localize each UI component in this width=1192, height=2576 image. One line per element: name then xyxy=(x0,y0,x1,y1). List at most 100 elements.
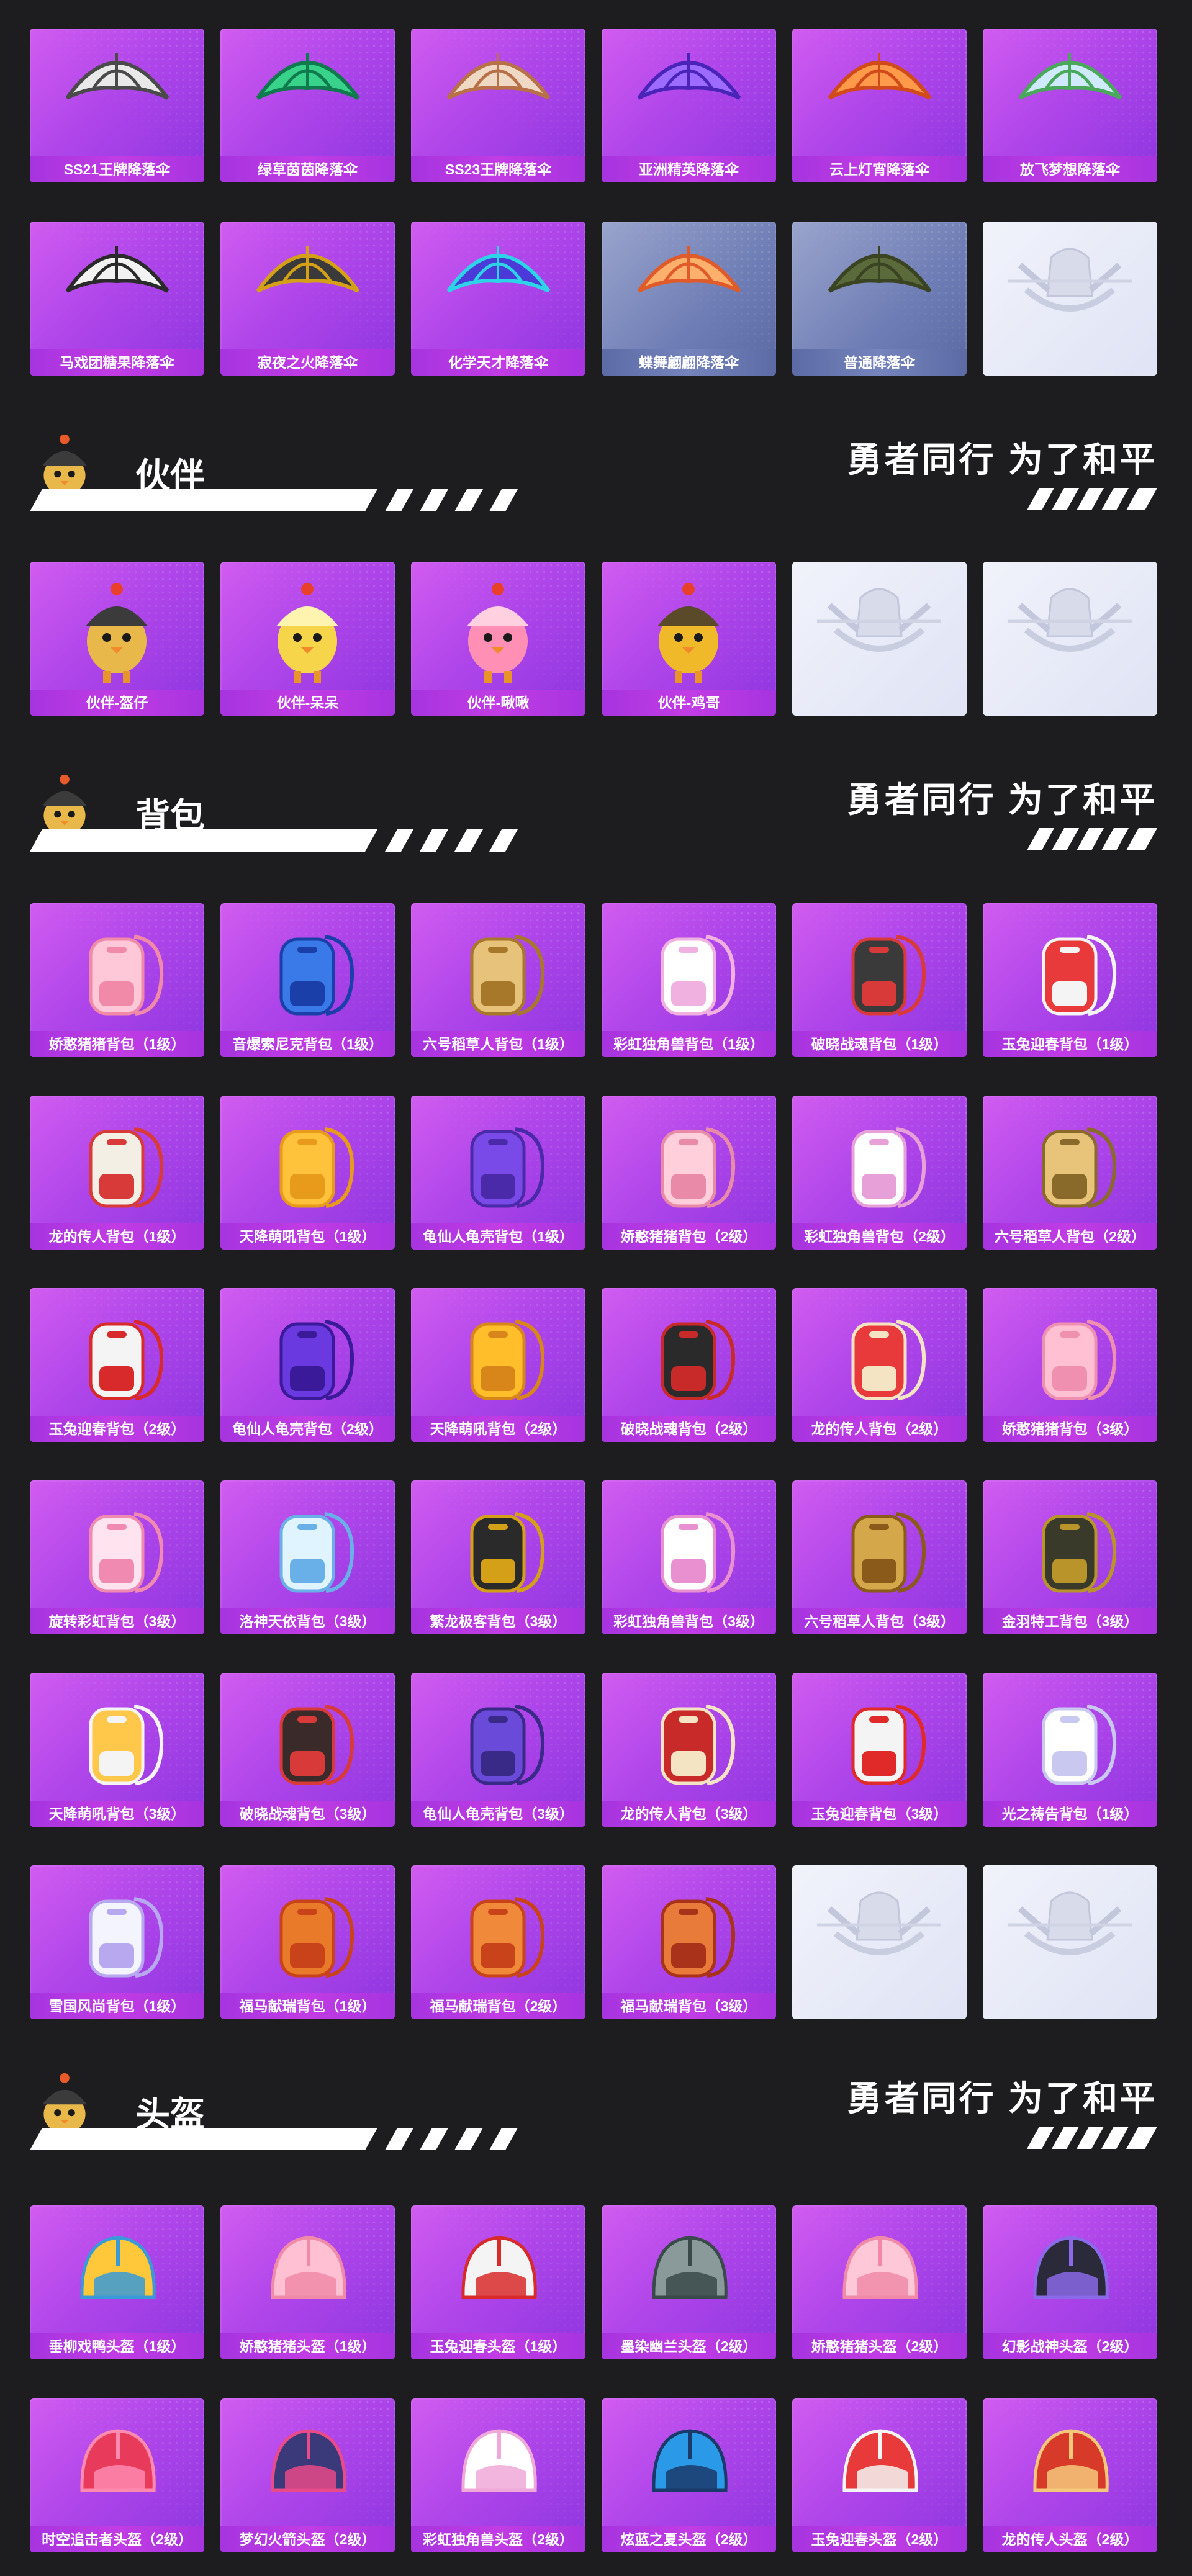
item-label: 六号稻草人背包（3级） xyxy=(792,1608,967,1634)
item-card[interactable]: 娇憨猪猪头盔（1级） xyxy=(220,2205,395,2359)
item-card[interactable]: 云上灯宵降落伞 xyxy=(792,29,967,182)
item-card[interactable]: 娇憨猪猪背包（2级） xyxy=(602,1096,776,1250)
item-card[interactable]: 龟仙人龟壳背包（2级） xyxy=(220,1288,395,1442)
backpack-icon xyxy=(470,935,545,1016)
item-card[interactable]: 垂柳戏鸭头盔（1级） xyxy=(30,2205,204,2359)
item-card[interactable]: 破晓战魂背包（1级） xyxy=(792,903,967,1057)
item-card[interactable]: 龙的传人背包（3级） xyxy=(602,1673,776,1827)
item-label: 伙伴-啾啾 xyxy=(411,690,585,716)
item-card[interactable]: 洛神天依背包（3级） xyxy=(220,1480,395,1634)
empty-slot-card[interactable] xyxy=(983,222,1157,376)
item-card[interactable]: 金羽特工背包（3级） xyxy=(983,1480,1157,1634)
section-underline-bar xyxy=(30,2128,518,2150)
item-card[interactable]: SS23王牌降落伞 xyxy=(411,29,585,182)
item-label: 普通降落伞 xyxy=(792,349,967,376)
helmet-icon xyxy=(652,2236,728,2299)
item-card[interactable]: 墨染幽兰头盔（2级） xyxy=(602,2205,776,2359)
item-label: 龟仙人龟壳背包（1级） xyxy=(411,1223,585,1250)
item-card[interactable]: 玉兔迎春头盔（2级） xyxy=(792,2398,967,2552)
helmet-icon xyxy=(842,2236,918,2299)
helmet-icon xyxy=(842,2429,918,2492)
item-card[interactable]: 普通降落伞 xyxy=(792,222,967,376)
backpack-icon xyxy=(851,935,926,1016)
item-card[interactable]: 六号稻草人背包（3级） xyxy=(792,1480,967,1634)
item-card[interactable]: 龟仙人龟壳背包（1级） xyxy=(411,1096,585,1250)
item-card[interactable]: 玉兔迎春背包（3级） xyxy=(792,1673,967,1827)
item-label: 龟仙人龟壳背包（3级） xyxy=(411,1801,585,1827)
parachute-icon xyxy=(637,53,741,100)
item-card[interactable]: 雪国风尚背包（1级） xyxy=(30,1865,204,2019)
item-card[interactable]: SS21王牌降落伞 xyxy=(30,29,204,182)
emblem-placeholder-icon xyxy=(817,1891,941,1955)
backpack-icon xyxy=(661,1127,736,1208)
item-card[interactable]: 时空追击者头盔（2级） xyxy=(30,2398,204,2552)
item-card[interactable]: 玉兔迎春头盔（1级） xyxy=(411,2205,585,2359)
empty-slot-card[interactable] xyxy=(792,1865,967,2019)
backpack-icon xyxy=(1042,1320,1117,1400)
item-card[interactable]: 光之祷告背包（1级） xyxy=(983,1673,1157,1827)
item-card[interactable]: 绿草茵茵降落伞 xyxy=(220,29,395,182)
item-card[interactable]: 天降萌吼背包（1级） xyxy=(220,1096,395,1250)
item-card[interactable]: 旋转彩虹背包（3级） xyxy=(30,1480,204,1634)
item-card[interactable]: 玉兔迎春背包（1级） xyxy=(983,903,1157,1057)
item-card[interactable]: 福马献瑞背包（3级） xyxy=(602,1865,776,2019)
item-card[interactable]: 六号稻草人背包（2级） xyxy=(983,1096,1157,1250)
item-card[interactable]: 福马献瑞背包（2级） xyxy=(411,1865,585,2019)
item-card[interactable]: 放飞梦想降落伞 xyxy=(983,29,1157,182)
helmet-chick-icon xyxy=(86,583,148,683)
item-card[interactable]: 彩虹独角兽背包（2级） xyxy=(792,1096,967,1250)
item-card[interactable]: 龙的传人头盔（2级） xyxy=(983,2398,1157,2552)
item-card[interactable]: 娇憨猪猪头盔（2级） xyxy=(792,2205,967,2359)
item-card[interactable]: 亚洲精英降落伞 xyxy=(602,29,776,182)
item-label: 光之祷告背包（1级） xyxy=(983,1801,1157,1827)
item-card[interactable]: 福马献瑞背包（1级） xyxy=(220,1865,395,2019)
item-card[interactable]: 六号稻草人背包（1级） xyxy=(411,903,585,1057)
chick-icon xyxy=(276,583,338,683)
item-card[interactable]: 伙伴-呆呆 xyxy=(220,562,395,716)
item-card[interactable]: 彩虹独角兽背包（3级） xyxy=(602,1480,776,1634)
item-card[interactable]: 炫蓝之夏头盔（2级） xyxy=(602,2398,776,2552)
helmet-grid: 垂柳戏鸭头盔（1级） 娇憨猪猪头盔（1级） 玉兔迎春头盔（1级） 墨染幽兰头盔（2级）… xyxy=(30,2205,1157,2552)
backpack-icon xyxy=(851,1127,926,1208)
item-card[interactable]: 蝶舞翩翩降落伞 xyxy=(602,222,776,376)
item-card[interactable]: 彩虹独角兽背包（1级） xyxy=(602,903,776,1057)
item-card[interactable]: 伙伴-盔仔 xyxy=(30,562,204,716)
item-card[interactable]: 化学天才降落伞 xyxy=(411,222,585,376)
item-card[interactable]: 繁龙极客背包（3级） xyxy=(411,1480,585,1634)
pink-bird-icon xyxy=(467,583,529,683)
item-card[interactable]: 寂夜之火降落伞 xyxy=(220,222,395,376)
item-card[interactable]: 破晓战魂背包（3级） xyxy=(220,1673,395,1827)
item-card[interactable]: 马戏团糖果降落伞 xyxy=(30,222,204,376)
empty-slot-card[interactable] xyxy=(983,562,1157,716)
item-label: 亚洲精英降落伞 xyxy=(602,156,776,182)
item-card[interactable]: 天降萌吼背包（2级） xyxy=(411,1288,585,1442)
item-card[interactable]: 伙伴-鸡哥 xyxy=(602,562,776,716)
backpack-icon xyxy=(89,1705,164,1785)
item-card[interactable]: 彩虹独角兽头盔（2级） xyxy=(411,2398,585,2552)
section-underline-bar xyxy=(30,829,518,852)
item-card[interactable]: 破晓战魂背包（2级） xyxy=(602,1288,776,1442)
backpack-icon xyxy=(89,1897,164,1978)
item-card[interactable]: 梦幻火箭头盔（2级） xyxy=(220,2398,395,2552)
backpack-icon xyxy=(470,1512,545,1593)
item-card[interactable]: 天降萌吼背包（3级） xyxy=(30,1673,204,1827)
item-card[interactable]: 音爆索尼克背包（1级） xyxy=(220,903,395,1057)
item-label: 梦幻火箭头盔（2级） xyxy=(220,2526,395,2552)
emblem-placeholder-icon xyxy=(1008,588,1132,652)
item-card[interactable]: 龙的传人背包（2级） xyxy=(792,1288,967,1442)
item-label: 垂柳戏鸭头盔（1级） xyxy=(30,2333,204,2359)
slogan-stripes xyxy=(1027,2127,1157,2149)
empty-slot-card[interactable] xyxy=(983,1865,1157,2019)
item-card[interactable]: 龟仙人龟壳背包（3级） xyxy=(411,1673,585,1827)
item-label: 云上灯宵降落伞 xyxy=(792,156,967,182)
empty-slot-card[interactable] xyxy=(792,562,967,716)
item-card[interactable]: 娇憨猪猪背包（3级） xyxy=(983,1288,1157,1442)
backpack-icon xyxy=(279,1705,354,1785)
item-label: 娇憨猪猪背包（3级） xyxy=(983,1416,1157,1442)
item-card[interactable]: 幻影战神头盔（2级） xyxy=(983,2205,1157,2359)
item-card[interactable]: 娇憨猪猪背包（1级） xyxy=(30,903,204,1057)
item-label: 娇憨猪猪头盔（1级） xyxy=(220,2333,395,2359)
item-card[interactable]: 伙伴-啾啾 xyxy=(411,562,585,716)
item-card[interactable]: 龙的传人背包（1级） xyxy=(30,1096,204,1250)
item-card[interactable]: 玉兔迎春背包（2级） xyxy=(30,1288,204,1442)
